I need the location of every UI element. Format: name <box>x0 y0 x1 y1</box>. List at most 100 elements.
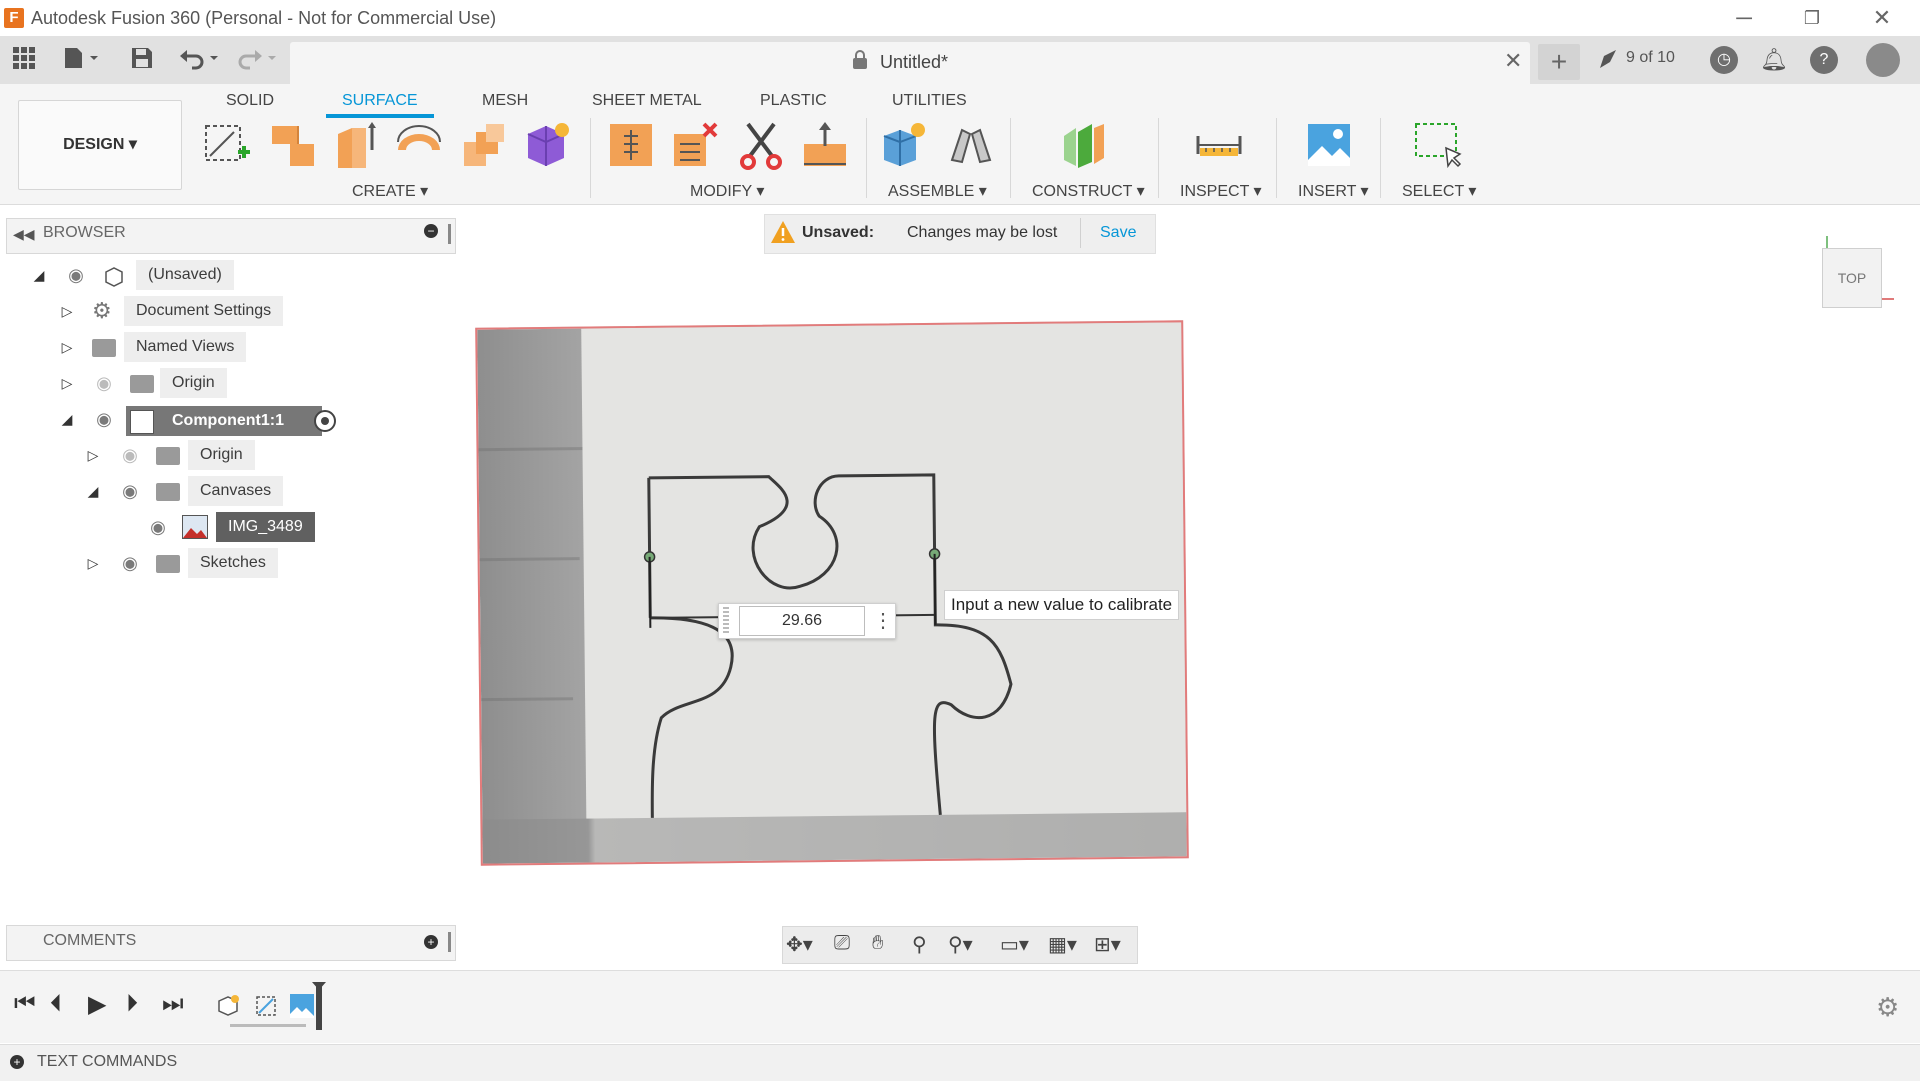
go-to-start-icon[interactable]: ⏮ <box>14 990 36 1018</box>
timeline-canvas-icon[interactable] <box>290 994 314 1018</box>
display-settings-icon[interactable]: ▭▾ <box>1000 932 1029 957</box>
collapsed-arrow-icon[interactable]: ▷ <box>58 374 76 392</box>
modify-menu[interactable]: MODIFY ▾ <box>690 181 764 201</box>
tab-sheet-metal[interactable]: SHEET METAL <box>592 92 702 110</box>
inspect-menu[interactable]: INSPECT ▾ <box>1180 181 1262 201</box>
file-menu-icon[interactable] <box>60 46 104 72</box>
offset-plane-icon[interactable] <box>1058 120 1108 170</box>
undo-icon[interactable] <box>178 46 222 72</box>
play-icon[interactable]: ▶ <box>88 990 106 1019</box>
expanded-arrow-icon[interactable]: ◢ <box>58 410 76 428</box>
tree-item-component[interactable]: Component1:1 <box>160 406 296 436</box>
restore-icon[interactable]: ❐ <box>1782 2 1842 34</box>
close-tab-icon[interactable]: ✕ <box>1504 48 1522 74</box>
offset-face-icon[interactable] <box>800 120 850 170</box>
fit-view-icon[interactable]: ⚲▾ <box>948 932 973 957</box>
expanded-arrow-icon[interactable]: ◢ <box>30 266 48 284</box>
data-panel-grid-icon[interactable] <box>10 46 38 72</box>
tab-utilities[interactable]: UTILITIES <box>892 92 967 110</box>
loft-surface-icon[interactable] <box>460 120 510 170</box>
notification-bell-icon[interactable]: 🔔︎ <box>1760 46 1788 74</box>
step-back-icon[interactable]: ⏴ <box>50 990 62 1018</box>
joint-icon[interactable] <box>946 120 996 170</box>
insert-canvas-icon[interactable] <box>1304 120 1354 170</box>
grid-settings-icon[interactable]: ▦▾ <box>1048 932 1077 957</box>
visibility-eye-icon[interactable]: ◉ <box>64 266 88 284</box>
collapsed-arrow-icon[interactable]: ▷ <box>58 302 76 320</box>
visibility-eye-icon[interactable]: ◉ <box>118 482 142 500</box>
visibility-eye-icon[interactable]: ◉ <box>92 410 116 428</box>
hidden-eye-icon[interactable]: ◉ <box>118 446 142 464</box>
save-button[interactable]: Save <box>1100 224 1136 242</box>
tree-item-root[interactable]: (Unsaved) <box>136 260 234 290</box>
new-tab-button[interactable]: + <box>1538 44 1580 80</box>
tree-item-document-settings[interactable]: Document Settings <box>124 296 284 326</box>
extrude-surface-icon[interactable] <box>268 120 318 170</box>
viewports-icon[interactable]: ⊞▾ <box>1094 932 1121 957</box>
help-icon[interactable]: ? <box>1810 46 1838 74</box>
step-forward-icon[interactable]: ⏵ <box>126 990 138 1018</box>
new-component-icon[interactable] <box>880 120 930 170</box>
select-menu[interactable]: SELECT ▾ <box>1402 181 1476 201</box>
redo-icon[interactable] <box>236 46 280 72</box>
workspace-switcher-button[interactable]: DESIGN ▾ <box>18 100 182 190</box>
timeline-marker-head[interactable] <box>312 982 326 990</box>
tree-item-component-origin[interactable]: Origin <box>188 440 255 470</box>
collapsed-arrow-icon[interactable]: ▷ <box>84 554 102 572</box>
calibration-value[interactable]: 29.66 <box>739 606 865 636</box>
clock-icon[interactable]: ◷ <box>1710 46 1738 74</box>
look-at-icon[interactable]: ⎚ <box>834 932 850 955</box>
extend-surface-icon[interactable] <box>332 120 382 170</box>
save-icon[interactable] <box>128 46 156 72</box>
pan-hand-icon[interactable]: ✋︎ <box>872 932 883 955</box>
construct-menu[interactable]: CONSTRUCT ▾ <box>1032 181 1145 201</box>
activate-component-radio-icon[interactable] <box>314 410 336 432</box>
tree-item-canvas-image[interactable]: IMG_3489 <box>216 512 315 542</box>
expanded-arrow-icon[interactable]: ◢ <box>84 482 102 500</box>
create-menu[interactable]: CREATE ▾ <box>352 181 428 201</box>
window-select-icon[interactable] <box>1412 120 1462 170</box>
minimize-icon[interactable]: ─ <box>1714 2 1774 34</box>
collapse-panel-icon[interactable]: ◀◀ <box>13 226 35 243</box>
tab-surface[interactable]: SURFACE <box>342 92 418 110</box>
delete-face-icon[interactable] <box>670 120 720 170</box>
tab-plastic[interactable]: PLASTIC <box>760 92 827 110</box>
tree-item-canvases[interactable]: Canvases <box>188 476 284 506</box>
add-comment-icon[interactable]: + <box>424 935 438 949</box>
text-commands-bar[interactable] <box>0 1044 1920 1081</box>
create-sketch-icon[interactable] <box>202 120 252 170</box>
viewcube[interactable]: TOP <box>1822 248 1882 308</box>
tree-item-sketches[interactable]: Sketches <box>188 548 278 578</box>
timeline-marker[interactable] <box>316 984 322 1030</box>
visibility-eye-icon[interactable]: ◉ <box>146 518 170 536</box>
go-to-end-icon[interactable]: ⏭ <box>162 990 184 1018</box>
boundary-fill-icon[interactable] <box>522 120 572 170</box>
tree-item-origin[interactable]: Origin <box>160 368 227 398</box>
tab-solid[interactable]: SOLID <box>226 92 274 110</box>
hidden-eye-icon[interactable]: ◉ <box>92 374 116 392</box>
tree-item-named-views[interactable]: Named Views <box>124 332 247 362</box>
tab-mesh[interactable]: MESH <box>482 92 528 110</box>
panel-pin-handle[interactable] <box>448 932 451 952</box>
insert-menu[interactable]: INSERT ▾ <box>1298 181 1369 201</box>
close-window-icon[interactable]: ✕ <box>1852 2 1912 34</box>
browser-minimize-icon[interactable]: − <box>424 224 438 238</box>
panel-pin-handle[interactable] <box>448 224 451 244</box>
visibility-eye-icon[interactable]: ◉ <box>118 554 142 572</box>
timeline-component-icon[interactable] <box>216 994 240 1018</box>
orbit-icon[interactable]: ✥▾ <box>786 932 813 957</box>
timeline-settings-gear-icon[interactable]: ⚙ <box>1876 992 1899 1023</box>
collapsed-arrow-icon[interactable]: ▷ <box>84 446 102 464</box>
revolve-surface-icon[interactable] <box>394 120 444 170</box>
collapsed-arrow-icon[interactable]: ▷ <box>58 338 76 356</box>
more-options-icon[interactable]: ⋮ <box>873 607 893 635</box>
trim-scissors-icon[interactable] <box>736 120 786 170</box>
zoom-icon[interactable]: ⚲ <box>912 932 927 957</box>
job-status-icon[interactable] <box>1598 48 1620 75</box>
expand-text-commands-icon[interactable]: + <box>10 1055 24 1069</box>
job-status-label[interactable]: 9 of 10 <box>1626 49 1675 67</box>
press-pull-icon[interactable] <box>606 120 656 170</box>
assemble-menu[interactable]: ASSEMBLE ▾ <box>888 181 987 201</box>
user-avatar[interactable] <box>1866 43 1900 77</box>
timeline-sketch-icon[interactable] <box>254 994 278 1018</box>
